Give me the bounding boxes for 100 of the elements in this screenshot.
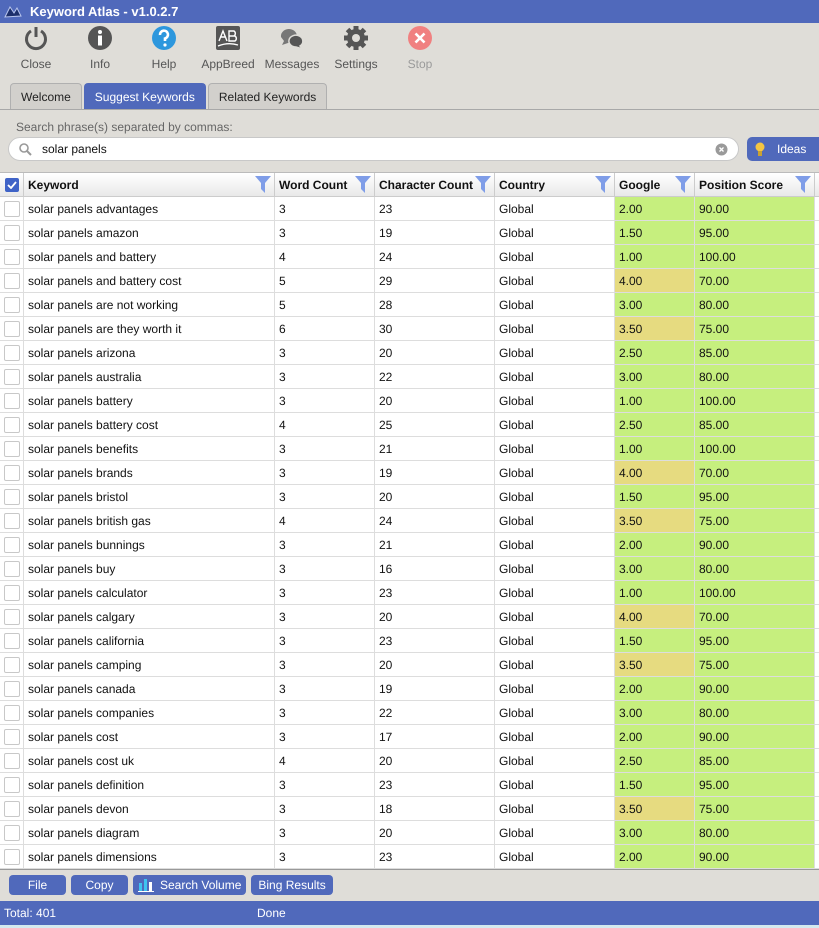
table-cell: 23 [375,197,495,220]
tab[interactable]: Welcome [10,83,82,109]
column-header[interactable]: Character Count [379,176,474,194]
row-checkbox[interactable] [4,248,20,264]
row-checkbox[interactable] [4,536,20,552]
action-button[interactable]: Bing Results [251,874,333,894]
toolbar-button[interactable]: AppBreed [196,25,260,73]
toolbar-button[interactable]: Settings [324,25,388,73]
table-cell: 20 [375,341,495,364]
help-icon [151,25,177,51]
column-header[interactable]: Word Count [279,176,348,194]
column-header[interactable]: Keyword [28,176,79,194]
row-checkbox[interactable] [4,560,20,576]
table-cell: solar panels brands [24,461,275,484]
action-button[interactable]: Copy [71,874,128,894]
column-header[interactable]: Country [499,176,545,194]
row-checkbox[interactable] [4,440,20,456]
toolbar-button[interactable]: Messages [260,25,324,73]
table-cell: solar panels arizona [24,341,275,364]
table-cell: 80.00 [695,293,815,316]
table-cell: 29 [375,269,495,292]
filter-icon[interactable] [355,176,371,193]
table-cell: solar panels battery [24,389,275,412]
row-checkbox[interactable] [4,272,20,288]
filter-icon[interactable] [595,176,611,193]
table-cell: solar panels and battery cost [24,269,275,292]
row-checkbox[interactable] [4,512,20,528]
row-checkbox[interactable] [4,728,20,744]
toolbar-button[interactable]: Close [4,25,68,73]
table-cell: solar panels devon [24,797,275,820]
table-cell: 28 [375,293,495,316]
table-cell: 23 [375,581,495,604]
table-cell: 3.00 [615,701,695,724]
toolbar-button[interactable]: Help [132,25,196,73]
clear-icon[interactable] [715,142,728,156]
row-checkbox[interactable] [4,488,20,504]
row-checkbox[interactable] [4,632,20,648]
tab[interactable]: Related Keywords [208,83,328,109]
row-checkbox[interactable] [4,200,20,216]
table-cell: solar panels british gas [24,509,275,532]
row-checkbox[interactable] [4,320,20,336]
toolbar-button[interactable]: Info [68,25,132,73]
table-cell: 1.50 [615,221,695,244]
column-header[interactable]: Google [619,176,660,194]
filter-icon[interactable] [475,176,491,193]
row-checkbox[interactable] [4,776,20,792]
table-cell: 3 [275,773,375,796]
table-cell: 1.00 [615,245,695,268]
ideas-button[interactable]: Ideas [747,137,819,161]
action-button[interactable]: Search Volume [133,874,246,894]
table-cell: 19 [375,677,495,700]
table-cell: solar panels calculator [24,581,275,604]
table-cell: solar panels canada [24,677,275,700]
table-cell: 6 [275,317,375,340]
table-cell: 80.00 [695,365,815,388]
table-cell: 3 [275,845,375,868]
select-all-checkbox[interactable] [4,178,18,192]
status-text: Done [257,905,286,922]
column-header[interactable]: Position Score [699,176,784,194]
table-cell: 4.00 [615,269,695,292]
filter-icon[interactable] [255,176,271,193]
table-cell: 3 [275,605,375,628]
row-checkbox[interactable] [4,656,20,672]
row-checkbox[interactable] [4,824,20,840]
table-cell: solar panels amazon [24,221,275,244]
row-checkbox[interactable] [4,848,20,864]
filter-icon[interactable] [675,176,691,193]
row-checkbox[interactable] [4,704,20,720]
table-cell: 2.50 [615,413,695,436]
table-cell: 3.00 [615,365,695,388]
search-icon [19,142,32,156]
row-checkbox[interactable] [4,752,20,768]
table-cell: 2.50 [615,341,695,364]
table-cell: 3 [275,653,375,676]
row-checkbox[interactable] [4,464,20,480]
table-cell: 22 [375,365,495,388]
table-cell: 2.00 [615,197,695,220]
table-cell: 20 [375,821,495,844]
table-cell: solar panels diagram [24,821,275,844]
action-button[interactable]: File [9,874,66,894]
row-checkbox[interactable] [4,416,20,432]
row-checkbox[interactable] [4,680,20,696]
table-cell: 80.00 [695,821,815,844]
search-field[interactable]: solar panels [8,137,739,161]
filter-icon[interactable] [795,176,811,193]
row-checkbox[interactable] [4,224,20,240]
row-checkbox[interactable] [4,584,20,600]
table-cell: 20 [375,749,495,772]
table-cell: 1.00 [615,581,695,604]
row-checkbox[interactable] [4,296,20,312]
row-checkbox[interactable] [4,392,20,408]
row-checkbox[interactable] [4,344,20,360]
table-cell: 4 [275,245,375,268]
row-checkbox[interactable] [4,608,20,624]
search-label: Search phrase(s) separated by commas: [15,119,234,134]
table-cell: 19 [375,221,495,244]
row-checkbox[interactable] [4,800,20,816]
tab[interactable]: Suggest Keywords [84,83,206,109]
row-checkbox[interactable] [4,368,20,384]
table-cell: 70.00 [695,269,815,292]
